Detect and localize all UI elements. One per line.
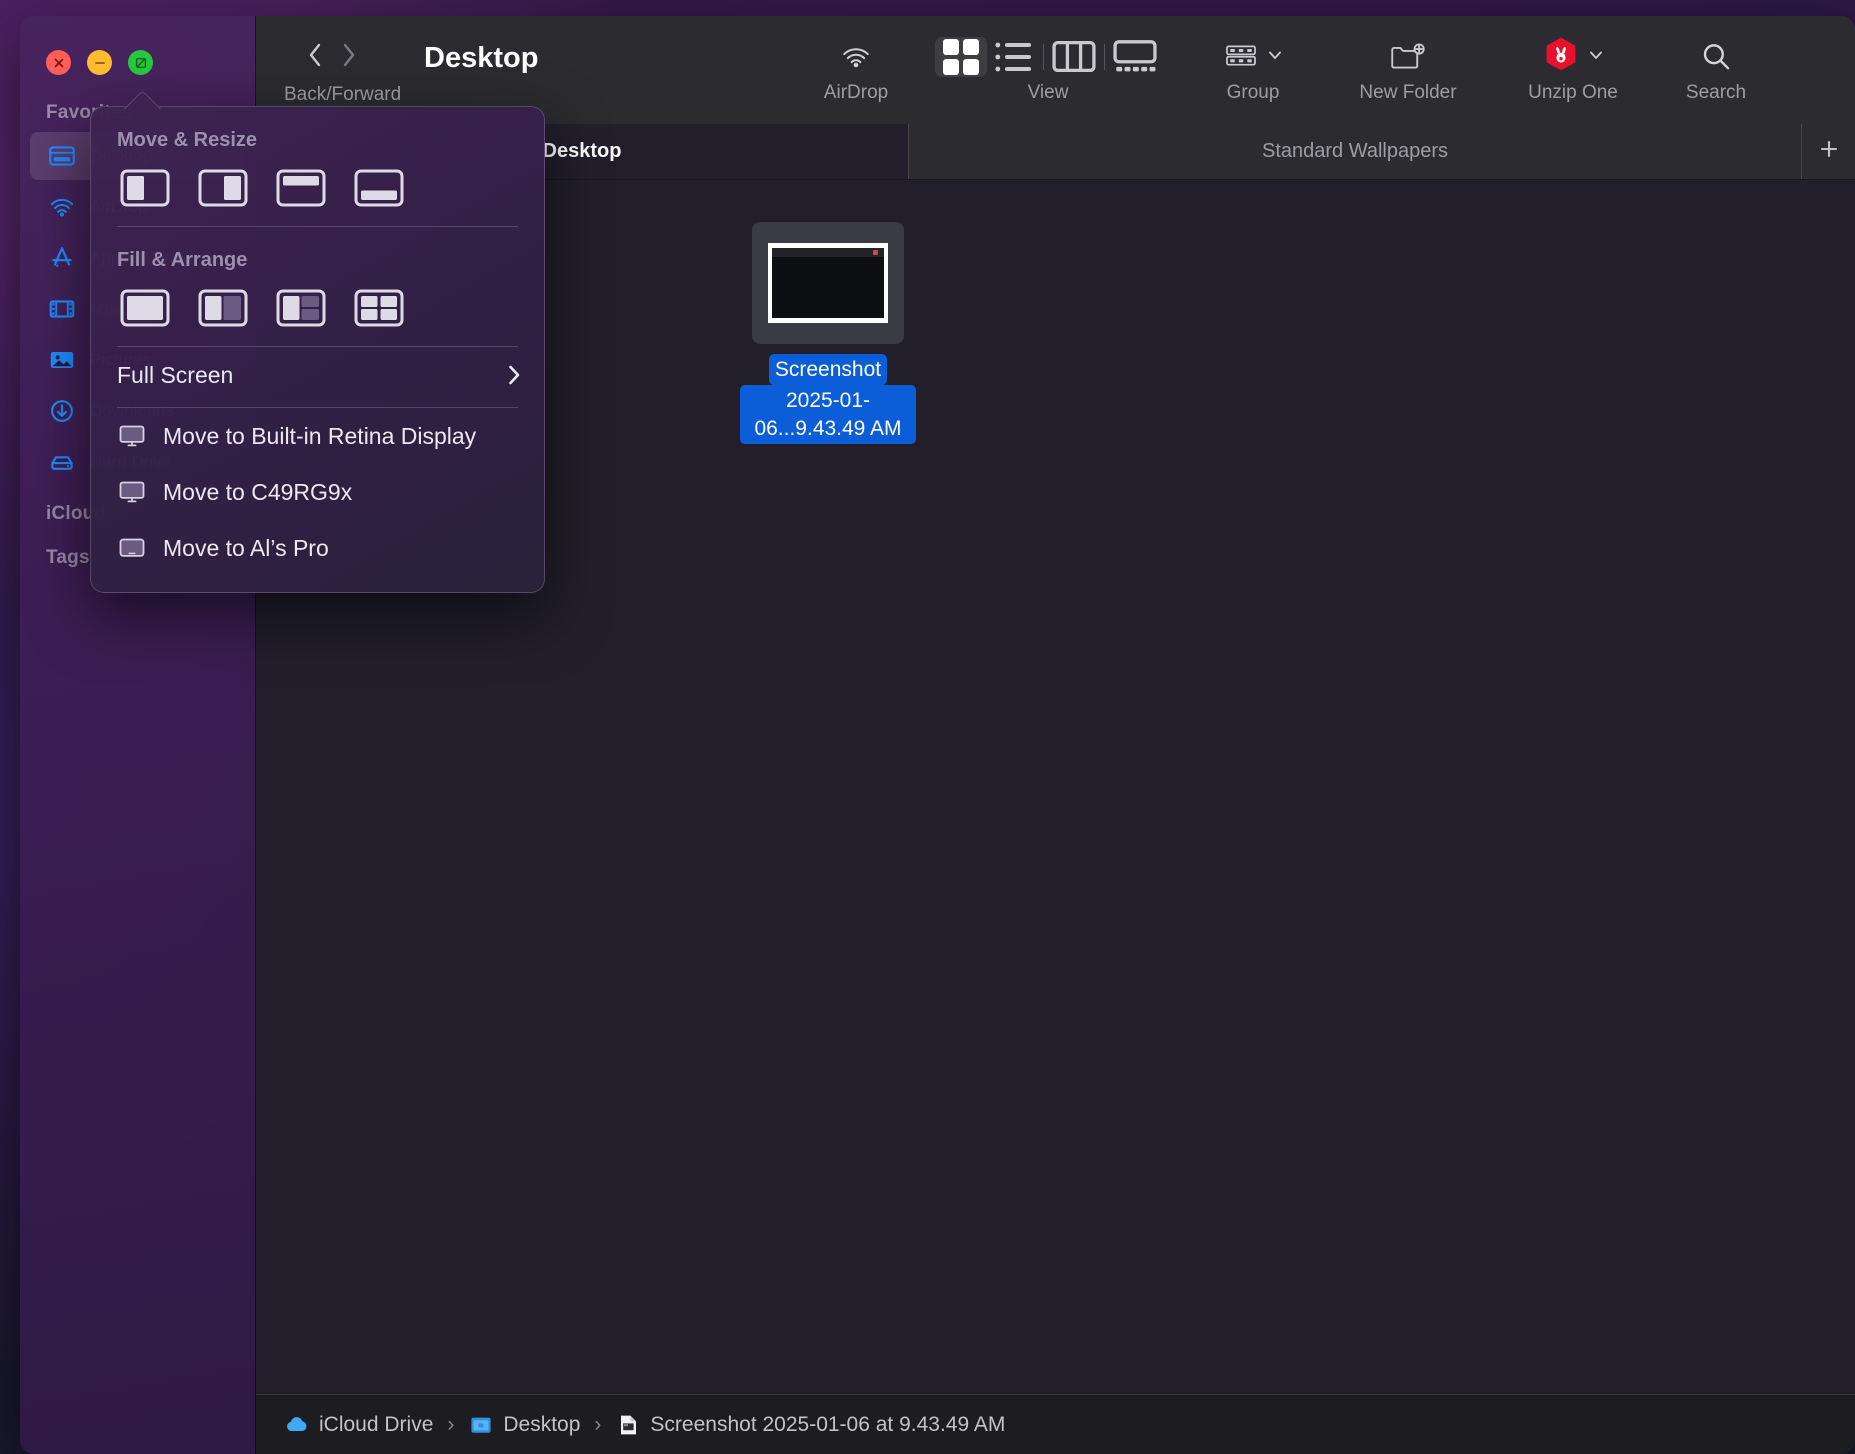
icon-view-icon[interactable] (935, 37, 987, 77)
applications-icon (46, 242, 78, 274)
list-view-icon[interactable] (987, 37, 1039, 77)
page-title: Desktop (424, 42, 539, 74)
window-management-popover: Move & Resize Fill & Arrange Full Screen… (90, 106, 545, 593)
display-icon (117, 423, 147, 449)
popover-item-label: Move to Built-in Retina Display (163, 422, 477, 449)
tablet-icon (117, 535, 147, 561)
breadcrumb-file[interactable]: Screenshot 2025-01-06 at 9.43.49 AM (615, 1412, 1005, 1438)
back-button[interactable] (298, 38, 332, 72)
breadcrumb-label: Desktop (503, 1412, 581, 1436)
move-resize-tiles (91, 152, 544, 222)
plus-icon (1816, 136, 1842, 167)
bottom-half-tile[interactable] (351, 168, 407, 208)
breadcrumb-label: Screenshot 2025-01-06 at 9.43.49 AM (650, 1412, 1006, 1436)
toolbar-item-label: View (1027, 82, 1069, 103)
icloud-icon (284, 1412, 310, 1438)
search-icon (1697, 36, 1735, 78)
movies-icon (46, 293, 78, 325)
folder-icon (468, 1412, 494, 1438)
pictures-icon (46, 344, 78, 376)
file-label[interactable]: Screenshot 2025-01-06...9.43.49 AM (740, 354, 916, 444)
toolbar-item-label: Search (1685, 82, 1747, 103)
chevron-down-icon[interactable] (1587, 46, 1605, 69)
popover-pointer (119, 92, 165, 109)
finder-window: Favorites Desktop AirDrop (20, 16, 1855, 1454)
breadcrumb-icloud-drive[interactable]: iCloud Drive (284, 1412, 433, 1438)
new-folder-icon (1387, 36, 1429, 78)
toolbar-search-button[interactable]: Search (1656, 36, 1776, 104)
minimize-button[interactable] (87, 50, 112, 75)
file-icon (615, 1412, 641, 1438)
toolbar-new-folder-button[interactable]: New Folder (1328, 36, 1488, 104)
popover-heading-move-resize: Move & Resize (117, 129, 258, 151)
toolbar-item-label: New Folder (1359, 82, 1457, 103)
breadcrumb-separator: › (594, 1412, 602, 1436)
back-forward-label: Back/Forward (284, 84, 402, 105)
close-button[interactable] (46, 50, 71, 75)
breadcrumb-label: iCloud Drive (319, 1412, 434, 1436)
display-icon (117, 479, 147, 505)
group-icon (1222, 41, 1260, 74)
toolbar-view-group: View (928, 36, 1168, 104)
column-view-icon[interactable] (1048, 37, 1100, 77)
fill-tile[interactable] (117, 288, 173, 328)
arrange-left-right-tile[interactable] (195, 288, 251, 328)
arrange-left-quarters-tile[interactable] (273, 288, 329, 328)
airdrop-icon (836, 36, 876, 78)
tab-label: Standard Wallpapers (1261, 140, 1449, 162)
divider (1104, 44, 1105, 70)
tab-label: Desktop (542, 140, 622, 162)
divider (1043, 44, 1044, 70)
chevron-right-icon (506, 363, 522, 387)
right-half-tile[interactable] (195, 168, 251, 208)
fill-arrange-tiles (91, 272, 544, 342)
popover-item-move-to-c49rg9x[interactable]: Move to C49RG9x (91, 464, 544, 520)
breadcrumb-separator: › (447, 1412, 455, 1436)
full-screen-label: Full Screen (117, 361, 234, 388)
popover-item-move-to-built-in-retina-display[interactable]: Move to Built-in Retina Display (91, 408, 544, 464)
tab-standard-wallpapers[interactable]: Standard Wallpapers (908, 124, 1801, 179)
view-segmented-icon (935, 36, 1161, 78)
popover-item-label: Move to C49RG9x (163, 478, 353, 505)
left-half-tile[interactable] (117, 168, 173, 208)
toolbar-airdrop-button[interactable]: AirDrop (796, 36, 916, 104)
top-half-tile[interactable] (273, 168, 329, 208)
path-bar: iCloud Drive › Desktop › Screenshot 2025… (256, 1394, 1855, 1454)
forward-button[interactable] (332, 38, 366, 72)
toolbar-item-label: AirDrop (823, 82, 889, 103)
file-thumbnail (752, 222, 904, 344)
toolbar-unzip-one-button[interactable]: Unzip One (1498, 36, 1648, 104)
traffic-lights (20, 34, 255, 88)
popover-item-full-screen[interactable]: Full Screen (91, 347, 544, 403)
file-name-line1: Screenshot (768, 354, 888, 386)
downloads-icon (46, 395, 78, 427)
back-forward-group (256, 16, 396, 72)
unzip-one-icon (1541, 35, 1581, 80)
gallery-view-icon[interactable] (1109, 37, 1161, 77)
file-name-line2: 2025-01-06...9.43.49 AM (740, 385, 916, 444)
zoom-button[interactable] (128, 50, 153, 75)
popover-heading-fill-arrange: Fill & Arrange (117, 249, 248, 271)
new-tab-button[interactable] (1801, 124, 1855, 179)
toolbar-group-button[interactable]: Group (1188, 36, 1318, 104)
toolbar-item-label: Group (1226, 82, 1280, 103)
desktop-icon (46, 140, 78, 172)
popover-item-move-to-als-pro[interactable]: Move to Al’s Pro (91, 520, 544, 576)
harddrive-icon (46, 446, 78, 478)
airdrop-icon (46, 191, 78, 223)
file-item[interactable]: Screenshot 2025-01-06...9.43.49 AM (740, 222, 916, 444)
popover-item-label: Move to Al’s Pro (163, 534, 329, 561)
breadcrumb-desktop[interactable]: Desktop (468, 1412, 580, 1438)
chevron-down-icon[interactable] (1266, 46, 1284, 69)
toolbar-item-label: Unzip One (1528, 82, 1618, 103)
arrange-quarters-tile[interactable] (351, 288, 407, 328)
